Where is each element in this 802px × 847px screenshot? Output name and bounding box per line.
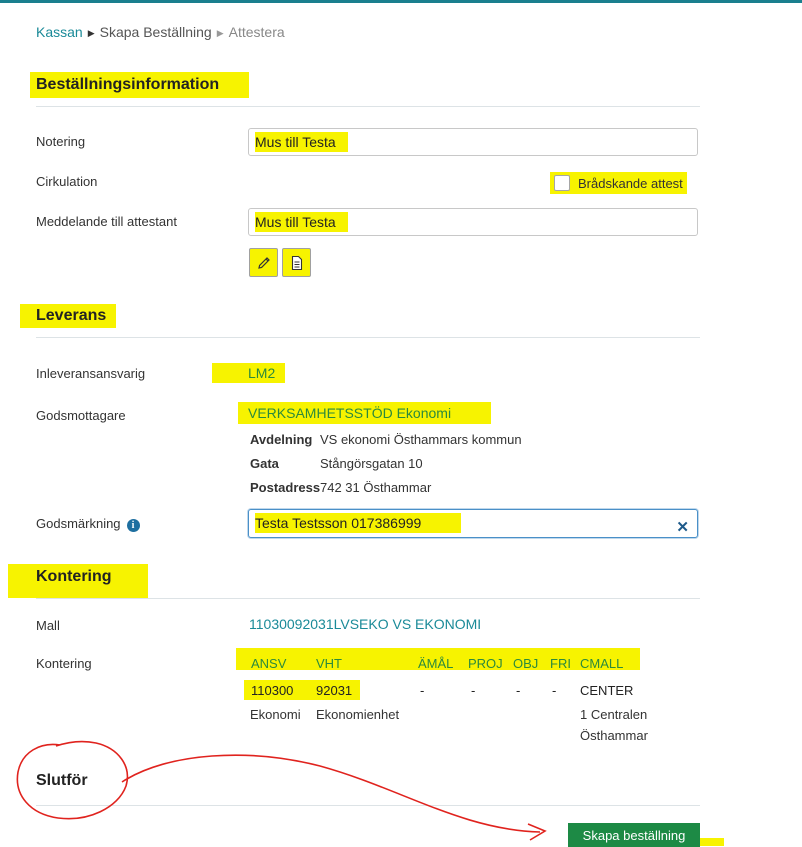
- inleverans-value[interactable]: LM2: [212, 363, 286, 383]
- notering-input[interactable]: Mus till Testa: [248, 128, 698, 156]
- divider: [36, 598, 700, 599]
- breadcrumb-home-link[interactable]: Kassan: [36, 24, 83, 40]
- document-button[interactable]: [282, 248, 311, 277]
- gata-label: Gata: [250, 456, 279, 471]
- kontering-value-amal: -: [420, 683, 425, 698]
- kontering-value-cmall: CENTER: [580, 683, 634, 698]
- godsmarkning-label-row: Godsmärkning i: [36, 516, 140, 532]
- section-title-kontering: Kontering: [8, 564, 148, 598]
- inleverans-label: Inleveransansvarig: [36, 366, 146, 381]
- button-highlight-edge: [700, 838, 724, 846]
- postadress-value: 742 31 Östhammar: [320, 480, 432, 495]
- urgent-attest-label: Brådskande attest: [578, 175, 683, 191]
- annotation-arrow-head: [527, 823, 547, 841]
- checkbox-box[interactable]: [554, 175, 570, 191]
- section-title-finish: Slutför: [36, 772, 88, 789]
- meddelande-input[interactable]: Mus till Testa: [248, 208, 698, 236]
- avdelning-row: Avdelning VS ekonomi Östhammars kommun: [250, 432, 522, 447]
- kontering-desc-ansv: Ekonomi: [250, 707, 301, 722]
- section-title-order-info: Beställningsinformation: [30, 72, 250, 98]
- kontering-header-proj: PROJ: [468, 656, 503, 671]
- divider: [36, 805, 700, 806]
- kontering-header-vht: VHT: [316, 656, 342, 671]
- close-icon[interactable]: ✕: [676, 515, 689, 541]
- godsmarkning-label: Godsmärkning: [36, 516, 121, 531]
- kontering-value-obj: -: [516, 683, 521, 698]
- godsmottagare-label: Godsmottagare: [36, 408, 126, 423]
- top-accent-bar: [0, 0, 802, 3]
- kontering-header-obj: OBJ: [513, 656, 539, 671]
- kontering-header-amal: ÄMÅL: [418, 656, 454, 671]
- gata-value: Stångörsgatan 10: [320, 456, 423, 471]
- chevron-right-icon: ▶: [87, 28, 95, 38]
- kontering-desc-vht: Ekonomienhet: [316, 707, 400, 722]
- section-title-delivery: Leverans: [20, 304, 117, 328]
- info-icon[interactable]: i: [126, 519, 140, 532]
- notering-value: Mus till Testa: [255, 132, 348, 152]
- breadcrumb: Kassan ▶ Skapa Beställning ▶ Attestera: [36, 24, 285, 40]
- kontering-label: Kontering: [36, 656, 92, 671]
- kontering-desc-cmall-1: 1 Centralen: [580, 707, 648, 722]
- kontering-header-ansv: ANSV: [251, 656, 287, 671]
- avdelning-value: VS ekonomi Östhammars kommun: [320, 432, 522, 447]
- kontering-value-ansv: 110300: [251, 683, 294, 698]
- urgent-attest-checkbox[interactable]: Brådskande attest: [550, 172, 687, 194]
- godsmarkning-input[interactable]: Testa Testsson 017386999 ✕: [248, 509, 698, 538]
- mall-link[interactable]: 11030092031LVSEKO VS EKONOMI: [249, 616, 481, 632]
- edit-button[interactable]: [249, 248, 278, 277]
- kontering-desc-cmall-2: Östhammar: [580, 728, 648, 743]
- godsmottagare-value[interactable]: VERKSAMHETSSTÖD Ekonomi: [238, 402, 492, 424]
- notering-label: Notering: [36, 134, 86, 149]
- mall-label: Mall: [36, 618, 60, 633]
- annotation-arrow-line: [121, 754, 541, 833]
- kontering-value-proj: -: [471, 683, 476, 698]
- kontering-value-fri: -: [552, 683, 557, 698]
- meddelande-value: Mus till Testa: [255, 212, 348, 232]
- pencil-icon: [257, 256, 270, 269]
- create-order-button[interactable]: Skapa beställning: [568, 823, 700, 847]
- kontering-header-cmall: CMALL: [580, 656, 624, 671]
- godsmarkning-value: Testa Testsson 017386999: [255, 513, 462, 533]
- divider: [36, 337, 700, 338]
- meddelande-label: Meddelande till attestant: [36, 214, 177, 229]
- divider: [36, 106, 700, 107]
- gata-row: Gata Stångörsgatan 10: [250, 456, 423, 471]
- breadcrumb-step-link[interactable]: Skapa Beställning: [100, 24, 212, 40]
- document-icon: [291, 255, 302, 270]
- postadress-label: Postadress: [250, 480, 321, 495]
- breadcrumb-current: Attestera: [228, 24, 285, 40]
- cirkulation-label: Cirkulation: [36, 174, 98, 189]
- chevron-right-icon: ▶: [216, 28, 224, 38]
- postadress-row: Postadress742 31 Östhammar: [250, 480, 431, 495]
- kontering-value-vht: 92031: [316, 683, 353, 698]
- avdelning-label: Avdelning: [250, 432, 313, 447]
- kontering-header-fri: FRI: [550, 656, 571, 671]
